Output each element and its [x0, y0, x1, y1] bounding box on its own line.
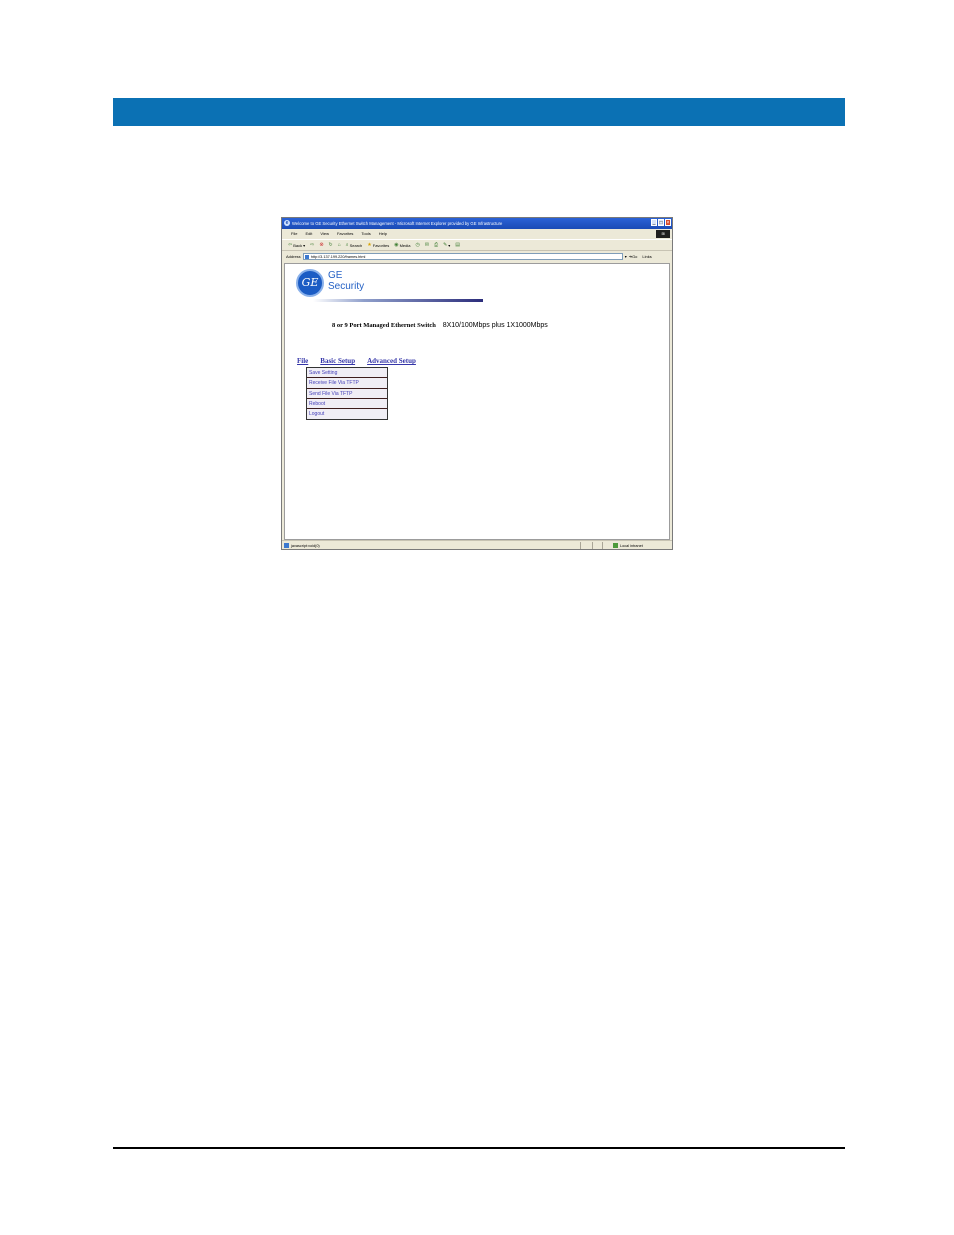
status-divider: [592, 542, 593, 549]
go-button[interactable]: ➔Go: [629, 251, 638, 262]
page-status-icon: [284, 543, 289, 548]
menu-item-reboot[interactable]: Reboot: [307, 399, 387, 410]
discuss-button[interactable]: ▤: [455, 240, 460, 250]
menu-tools[interactable]: Tools: [361, 229, 370, 239]
menu-favorites[interactable]: Favorites: [337, 229, 353, 239]
ge-wordmark-line2: Security: [328, 281, 365, 292]
status-text: javascript:void(0): [291, 544, 320, 548]
nav-advanced-setup-link[interactable]: Advanced Setup: [367, 357, 416, 365]
back-button[interactable]: ⇦ Back ▾: [288, 240, 305, 250]
home-button[interactable]: ⌂: [338, 240, 341, 250]
refresh-icon: ↻: [328, 241, 333, 248]
menu-edit[interactable]: Edit: [305, 229, 312, 239]
search-button[interactable]: ⌕ Search: [346, 240, 363, 250]
product-spec: 8X10/100Mbps plus 1X1000Mbps: [442, 322, 548, 329]
product-title-line: 8 or 9 Port Managed Ethernet Switch 8X10…: [332, 322, 548, 329]
ge-wordmark-line1: GE: [328, 270, 343, 281]
favorites-button[interactable]: ★ Favorites: [367, 240, 389, 250]
windows-logo-icon: ⊞: [656, 230, 670, 238]
maximize-icon[interactable]: □: [658, 219, 664, 226]
links-button[interactable]: Links: [642, 251, 651, 262]
refresh-button[interactable]: ↻: [329, 240, 333, 250]
discuss-icon: ▤: [455, 241, 461, 248]
nav-basic-setup-link[interactable]: Basic Setup: [320, 357, 355, 365]
print-button[interactable]: ⎙: [434, 240, 438, 250]
status-divider: [602, 542, 603, 549]
mail-icon: ✉: [424, 241, 430, 248]
product-title: 8 or 9 Port Managed Ethernet Switch: [332, 322, 436, 329]
address-bar: Address http://3.137.199.220/frames.html…: [282, 251, 672, 262]
status-bar: javascript:void(0) Local intranet: [282, 540, 672, 549]
header-gradient-rule: [313, 299, 483, 302]
security-zone: Local intranet: [612, 541, 643, 549]
menu-item-save-setting[interactable]: Save Setting: [307, 368, 387, 379]
page-viewport: GE GE Security 8 or 9 Port Managed Ether…: [284, 263, 670, 540]
ge-security-wordmark: GE Security: [328, 270, 364, 292]
window-controls: _ □ ×: [651, 219, 671, 226]
menu-view[interactable]: View: [320, 229, 329, 239]
menu-item-send-file-tftp[interactable]: Send File Via TFTP: [307, 389, 387, 399]
minimize-icon[interactable]: _: [651, 219, 657, 226]
mail-button[interactable]: ✉: [425, 240, 429, 250]
menu-file[interactable]: File: [291, 229, 297, 239]
edit-icon: ✎: [443, 241, 448, 248]
browser-title: Welcome to GE Security Ethernet Switch M…: [292, 221, 503, 226]
document-header-bar: [113, 98, 845, 126]
browser-menu-bar: File Edit View Favorites Tools Help: [282, 229, 672, 239]
favorites-star-icon: ★: [367, 241, 372, 248]
address-label: Address: [286, 254, 301, 259]
print-icon: ⎙: [434, 241, 439, 248]
history-button[interactable]: ◷: [415, 240, 419, 250]
document-footer-rule: [113, 1147, 845, 1149]
menu-help[interactable]: Help: [379, 229, 387, 239]
browser-toolbar: ⇦ Back ▾ ⇨ ⊗ ↻ ⌂ ⌕ Search ★ Favorites ◉ Medi…: [282, 239, 672, 251]
home-icon: ⌂: [337, 241, 341, 248]
address-input[interactable]: http://3.137.199.220/frames.html: [302, 253, 623, 260]
menu-item-receive-file-tftp[interactable]: Receive File Via TFTP: [307, 378, 387, 389]
address-dropdown-icon[interactable]: ▾: [625, 251, 627, 262]
browser-title-bar: e Welcome to GE Security Ethernet Switch…: [282, 218, 672, 229]
file-dropdown-menu: Save Setting Receive File Via TFTP Send …: [306, 367, 388, 421]
back-arrow-icon: ⇦: [288, 241, 293, 248]
internet-explorer-icon: e: [284, 220, 290, 226]
forward-button[interactable]: ⇨: [310, 240, 314, 250]
stop-button[interactable]: ⊗: [319, 240, 323, 250]
main-nav: File Basic Setup Advanced Setup: [297, 357, 416, 365]
forward-arrow-icon: ⇨: [310, 241, 315, 248]
media-button[interactable]: ◉ Media: [394, 240, 410, 250]
search-icon: ⌕: [345, 241, 349, 248]
close-icon[interactable]: ×: [665, 219, 671, 226]
nav-file-link[interactable]: File: [297, 357, 308, 365]
status-divider: [580, 542, 581, 549]
browser-window: e Welcome to GE Security Ethernet Switch…: [281, 217, 673, 550]
edit-button[interactable]: ✎ ▾: [443, 240, 450, 250]
menu-item-logout[interactable]: Logout: [307, 409, 387, 419]
ge-logo: GE: [296, 269, 324, 297]
history-icon: ◷: [415, 241, 420, 248]
stop-icon: ⊗: [319, 241, 324, 248]
media-icon: ◉: [394, 241, 399, 248]
